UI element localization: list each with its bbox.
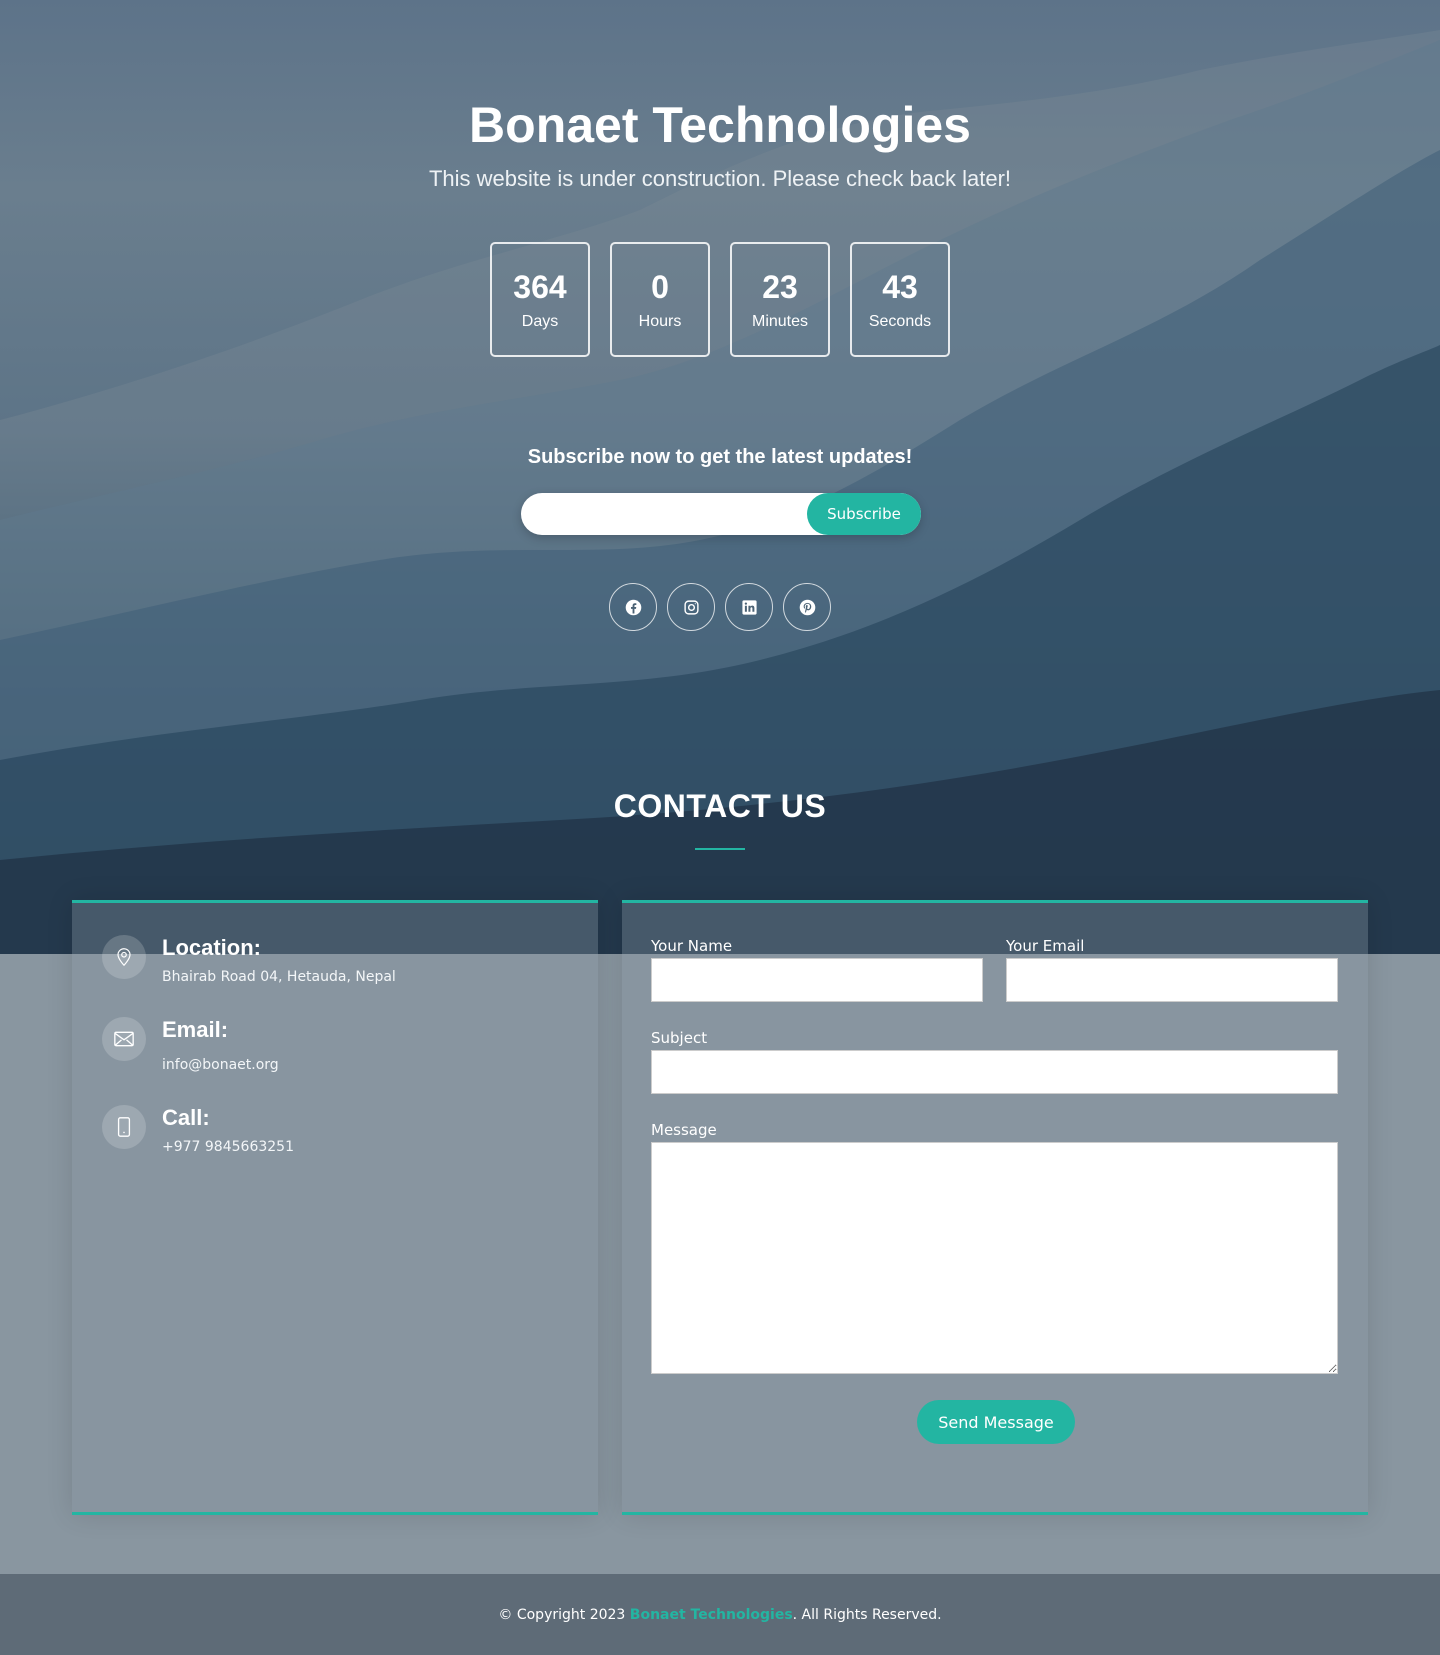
countdown-seconds: 43 Seconds (850, 242, 950, 357)
linkedin-link[interactable] (725, 583, 773, 631)
footer: © Copyright 2023 Bonaet Technologies. Al… (0, 1574, 1440, 1655)
countdown-label: Hours (638, 312, 682, 330)
location-value: Bhairab Road 04, Hetauda, Nepal (162, 969, 396, 985)
instagram-link[interactable] (667, 583, 715, 631)
instagram-icon (683, 599, 699, 615)
countdown-value: 0 (651, 268, 669, 305)
facebook-link[interactable] (609, 583, 657, 631)
location-item: Location: Bhairab Road 04, Hetauda, Nepa… (102, 935, 396, 985)
location-text: Location: Bhairab Road 04, Hetauda, Nepa… (162, 935, 396, 985)
social-links (609, 583, 831, 631)
countdown-label: Seconds (868, 312, 932, 330)
contact-form-card: Your Name Your Email Subject Message Sen… (622, 900, 1368, 1515)
rights-text: . All Rights Reserved. (792, 1606, 942, 1623)
location-pin-icon (102, 935, 146, 979)
page-subtitle: This website is under construction. Plea… (428, 166, 1012, 191)
envelope-icon (102, 1017, 146, 1061)
footer-brand-link[interactable]: Bonaet Technologies (630, 1607, 793, 1623)
countdown-minutes: 23 Minutes (730, 242, 830, 357)
contact-section-title: CONTACT US (613, 788, 827, 824)
copyright-text: © Copyright 2023 (498, 1606, 626, 1623)
message-field[interactable] (651, 1142, 1338, 1374)
email-item: Email: info@bonaet.org (102, 1017, 279, 1073)
call-item: Call: +977 9845663251 (102, 1105, 294, 1155)
location-label: Location: (162, 935, 261, 960)
email-label: Email: (162, 1017, 229, 1042)
call-text: Call: +977 9845663251 (162, 1105, 294, 1155)
subject-label: Subject (651, 1029, 708, 1047)
countdown-days: 364 Days (490, 242, 590, 357)
countdown-timer: 364 Days 0 Hours 23 Minutes 43 Seconds (490, 242, 950, 357)
facebook-icon (625, 599, 641, 615)
phone-icon (102, 1105, 146, 1149)
subscribe-form: Subscribe (521, 493, 921, 535)
message-label: Message (651, 1121, 717, 1139)
countdown-hours: 0 Hours (610, 242, 710, 357)
subscribe-button[interactable]: Subscribe (807, 493, 921, 535)
call-label: Call: (162, 1105, 210, 1130)
countdown-value: 23 (762, 268, 798, 305)
subscribe-heading: Subscribe now to get the latest updates! (527, 446, 913, 468)
countdown-value: 364 (513, 268, 567, 305)
page-title: Bonaet Technologies (469, 97, 971, 153)
title-underline (695, 848, 745, 850)
subject-field[interactable] (651, 1050, 1338, 1094)
linkedin-icon (741, 599, 757, 615)
send-message-button[interactable]: Send Message (917, 1400, 1075, 1444)
countdown-value: 43 (882, 268, 918, 305)
call-value[interactable]: +977 9845663251 (162, 1139, 294, 1155)
pinterest-icon (799, 599, 815, 615)
email-label: Your Email (1006, 937, 1085, 955)
pinterest-link[interactable] (783, 583, 831, 631)
countdown-label: Minutes (751, 312, 809, 330)
name-field[interactable] (651, 958, 983, 1002)
name-label: Your Name (651, 937, 733, 955)
subscribe-email-input[interactable] (521, 493, 821, 535)
email-value[interactable]: info@bonaet.org (162, 1057, 279, 1073)
contact-info-card: Location: Bhairab Road 04, Hetauda, Nepa… (72, 900, 598, 1515)
email-field[interactable] (1006, 958, 1338, 1002)
countdown-label: Days (521, 312, 559, 330)
email-text: Email: info@bonaet.org (162, 1017, 279, 1073)
